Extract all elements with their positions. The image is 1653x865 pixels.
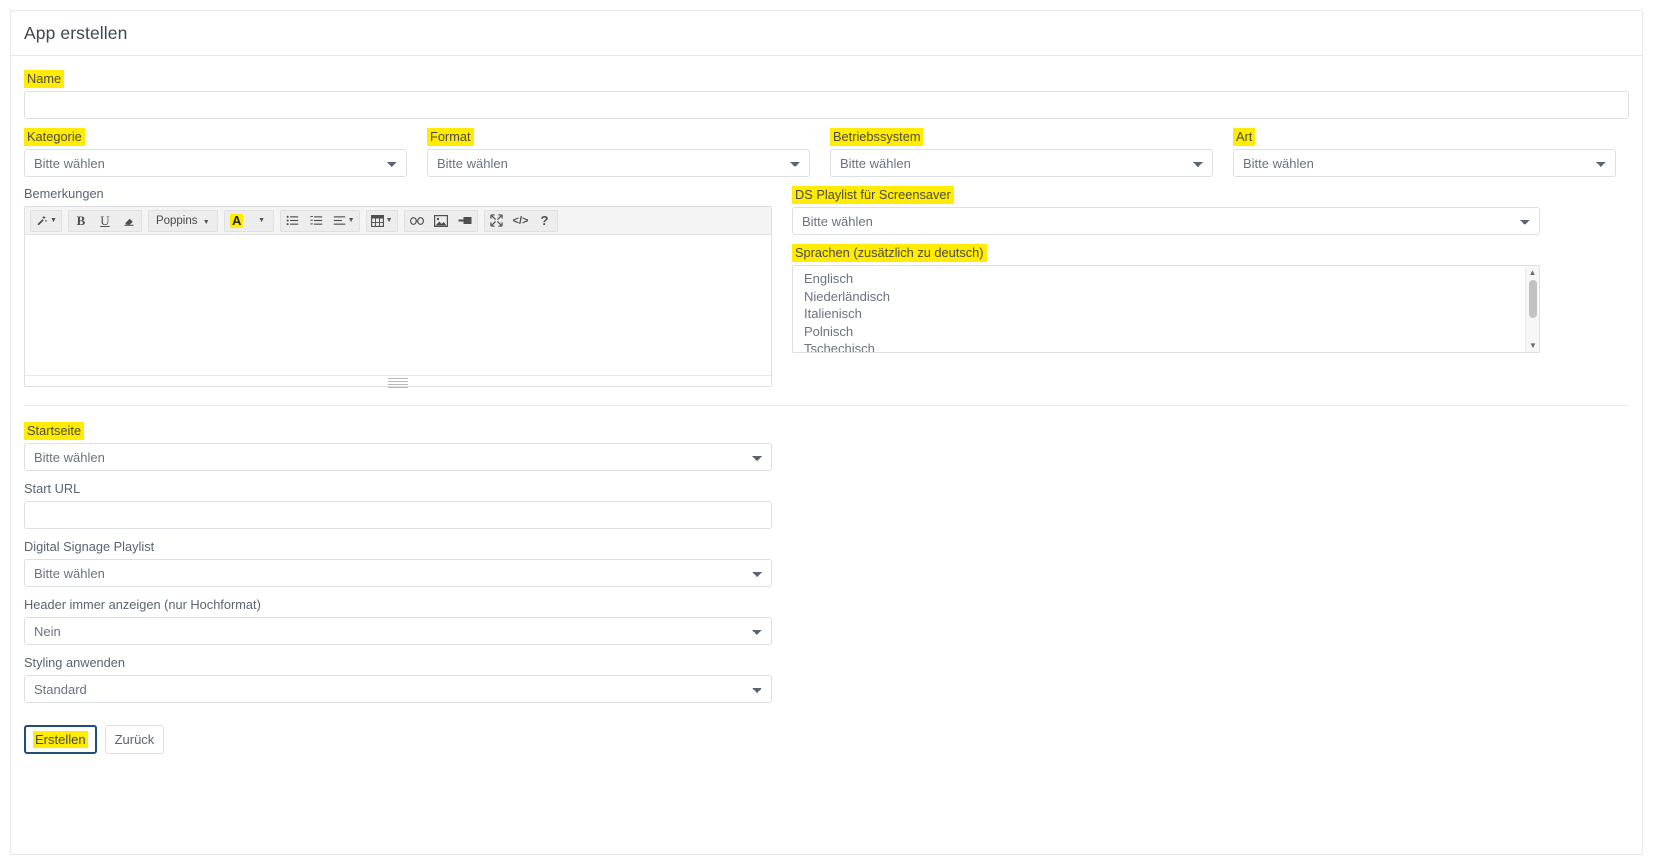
sprachen-scrollbar[interactable]: ▲ ▼: [1525, 266, 1539, 352]
resize-handle[interactable]: [388, 378, 408, 390]
label-betriebssystem: Betriebssystem: [830, 128, 924, 146]
toolbar-group-color: A ▼: [223, 209, 274, 232]
sprachen-option-list: Englisch Niederländisch Italienisch Poln…: [793, 266, 1539, 352]
rich-text-editor: ▼ B U Poppins ▼ A ▼ ▼ ▼ </> ?: [24, 206, 772, 388]
label-digital-signage-playlist: Digital Signage Playlist: [24, 539, 155, 554]
field-startseite: Startseite Bitte wählen: [24, 422, 772, 471]
right-column: DS Playlist für Screensaver Bitte wählen…: [792, 186, 1540, 387]
chevron-down-icon: ▼: [50, 217, 57, 224]
start-url-input[interactable]: [24, 501, 772, 529]
label-ds-playlist-screensaver: DS Playlist für Screensaver: [792, 186, 954, 204]
toolbar-group-view: </> ?: [483, 209, 558, 232]
label-styling-anwenden: Styling anwenden: [24, 655, 126, 670]
field-betriebssystem: Betriebssystem Bitte wählen: [830, 128, 1213, 177]
text-color-dropdown[interactable]: ▼: [249, 211, 273, 231]
kategorie-select[interactable]: Bitte wählen: [24, 149, 407, 177]
field-styling-anwenden: Styling anwenden Standard: [24, 654, 772, 703]
chevron-down-icon: ▼: [347, 217, 355, 224]
label-start-url: Start URL: [24, 481, 81, 496]
sprachen-multiselect[interactable]: Englisch Niederländisch Italienisch Poln…: [792, 265, 1540, 353]
back-button-label: Zurück: [114, 732, 155, 747]
format-select[interactable]: Bitte wählen: [427, 149, 810, 177]
label-format: Format: [427, 128, 474, 146]
underline-icon[interactable]: U: [93, 211, 117, 231]
digital-signage-playlist-select[interactable]: Bitte wählen: [24, 559, 772, 587]
image-icon[interactable]: [429, 211, 453, 231]
bold-icon[interactable]: B: [69, 211, 93, 231]
page-title: App erstellen: [24, 22, 128, 43]
styling-anwenden-select[interactable]: Standard: [24, 675, 772, 703]
chevron-down-icon: ▼: [385, 217, 393, 224]
header-immer-anzeigen-select[interactable]: Nein: [24, 617, 772, 645]
chevron-down-icon: ▼: [258, 217, 266, 224]
list-item[interactable]: Italienisch: [793, 305, 1539, 323]
toolbar-group-table: ▼: [365, 209, 398, 232]
list-item[interactable]: Niederländisch: [793, 288, 1539, 306]
toolbar-group-insert: [403, 209, 478, 232]
card-body: Name Kategorie Bitte wählen Format Bitte…: [11, 56, 1642, 772]
app-create-page: App erstellen Name Kategorie Bitte wähle…: [0, 0, 1653, 865]
section-divider: [24, 405, 1629, 406]
numbered-list-icon[interactable]: [305, 211, 329, 231]
field-kategorie: Kategorie Bitte wählen: [24, 128, 407, 177]
field-start-url: Start URL: [24, 480, 772, 529]
startseite-select[interactable]: Bitte wählen: [24, 443, 772, 471]
label-startseite: Startseite: [24, 422, 85, 440]
field-header-immer-anzeigen: Header immer anzeigen (nur Hochformat) N…: [24, 596, 772, 645]
eraser-icon[interactable]: [117, 211, 141, 231]
label-header-immer-anzeigen: Header immer anzeigen (nur Hochformat): [24, 597, 261, 612]
ds-playlist-screensaver-select[interactable]: Bitte wählen: [792, 207, 1540, 235]
font-family-select[interactable]: Poppins ▼: [149, 215, 217, 227]
card-header: App erstellen: [11, 11, 1642, 56]
table-icon[interactable]: ▼: [367, 211, 397, 231]
chevron-down-icon: ▼: [202, 218, 210, 226]
bullet-list-icon[interactable]: [281, 211, 305, 231]
label-art: Art: [1233, 128, 1256, 146]
link-icon[interactable]: [405, 211, 429, 231]
editor-toolbar: ▼ B U Poppins ▼ A ▼ ▼ ▼ </> ?: [25, 207, 771, 235]
scrollbar-thumb[interactable]: [1529, 280, 1537, 318]
label-kategorie: Kategorie: [24, 128, 85, 146]
editor-row: Bemerkungen ▼ B U Poppins ▼ A ▼ ▼ ▼ </> …: [24, 186, 1629, 388]
source-code-icon[interactable]: </>: [509, 211, 533, 231]
fullscreen-icon[interactable]: [485, 211, 509, 231]
editor-footer: [25, 375, 771, 388]
help-icon[interactable]: ?: [533, 211, 557, 231]
list-item[interactable]: Englisch: [793, 270, 1539, 288]
create-button[interactable]: Erstellen: [24, 725, 97, 754]
toolbar-group-tools: ▼: [30, 209, 62, 232]
list-item[interactable]: Tschechisch: [793, 340, 1539, 352]
toolbar-group-lists: ▼: [279, 209, 360, 232]
label-bemerkungen: Bemerkungen: [24, 186, 104, 201]
field-name: Name: [24, 70, 1629, 119]
magic-wand-icon[interactable]: ▼: [31, 211, 61, 231]
art-select[interactable]: Bitte wählen: [1233, 149, 1616, 177]
back-button[interactable]: Zurück: [104, 725, 165, 754]
list-item[interactable]: Polnisch: [793, 323, 1539, 341]
name-input[interactable]: [24, 91, 1629, 119]
align-icon[interactable]: ▼: [329, 211, 359, 231]
field-bemerkungen: Bemerkungen ▼ B U Poppins ▼ A ▼ ▼ ▼ </> …: [24, 186, 772, 388]
form-card: App erstellen Name Kategorie Bitte wähle…: [10, 10, 1643, 855]
field-format: Format Bitte wählen: [427, 128, 810, 177]
field-art: Art Bitte wählen: [1233, 128, 1616, 177]
scroll-up-icon[interactable]: ▲: [1526, 266, 1539, 279]
text-color-icon[interactable]: A: [225, 211, 249, 231]
four-column-row: Kategorie Bitte wählen Format Bitte wähl…: [24, 128, 1629, 177]
label-name: Name: [24, 70, 65, 88]
field-sprachen: Sprachen (zusätzlich zu deutsch) Englisc…: [792, 244, 1540, 353]
create-button-label: Erstellen: [33, 731, 88, 748]
betriebssystem-select[interactable]: Bitte wählen: [830, 149, 1213, 177]
media-icon[interactable]: [453, 211, 477, 231]
scroll-down-icon[interactable]: ▼: [1526, 339, 1539, 352]
field-ds-playlist-screensaver: DS Playlist für Screensaver Bitte wählen: [792, 186, 1540, 235]
label-sprachen: Sprachen (zusätzlich zu deutsch): [792, 244, 987, 262]
toolbar-group-format: B U: [67, 209, 142, 232]
toolbar-group-font[interactable]: Poppins ▼: [147, 209, 218, 232]
form-actions: Erstellen Zurück: [24, 725, 1629, 772]
editor-content-area[interactable]: [25, 235, 771, 375]
field-digital-signage-playlist: Digital Signage Playlist Bitte wählen: [24, 538, 772, 587]
